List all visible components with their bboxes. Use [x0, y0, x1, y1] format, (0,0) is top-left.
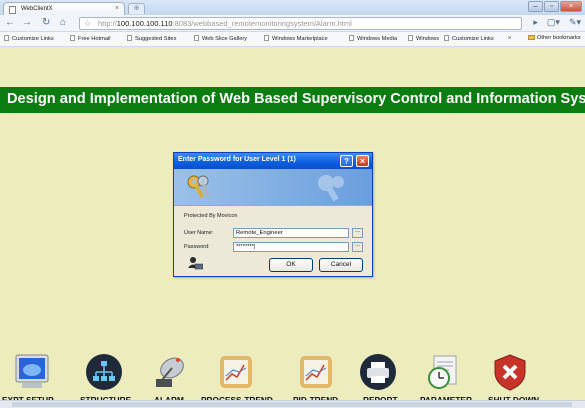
clock-document-icon: [428, 355, 457, 389]
divider: [174, 205, 372, 206]
back-arrow-icon[interactable]: ←: [5, 17, 15, 28]
page-title: Design and Implementation of Web Based S…: [7, 91, 585, 107]
username-field[interactable]: Remote_Engineer: [233, 228, 349, 238]
page-icon: [127, 35, 132, 41]
bookmark-item[interactable]: Windows: [408, 35, 439, 42]
username-browse-button[interactable]: ...: [352, 228, 363, 238]
bookmark-item[interactable]: Customize Links: [4, 35, 54, 42]
password-dialog: Enter Password for User Level 1 (1) ? × …: [173, 152, 373, 277]
browser-menu-tools: ▸ ▢▾ ✎▾: [533, 17, 581, 28]
play-icon[interactable]: ▸: [533, 17, 538, 28]
shield-shutdown-icon: [494, 354, 526, 391]
bookmark-item[interactable]: Windows Media: [349, 35, 397, 42]
browser-tab[interactable]: WebClientX ×: [3, 2, 125, 15]
new-tab-button[interactable]: ⊕: [128, 3, 145, 14]
tab-close-icon[interactable]: ×: [115, 5, 119, 12]
bookmark-item[interactable]: Windows Marketplace: [264, 35, 328, 42]
url-path: :8083/webbased_remotemonitoringsystem/Al…: [172, 19, 352, 28]
alarm-button[interactable]: ALARM: [140, 347, 200, 408]
horizontal-scrollbar[interactable]: [0, 400, 585, 408]
trend-chart-icon: [220, 356, 252, 388]
cancel-button[interactable]: Cancel: [319, 258, 363, 272]
page-icon: [9, 6, 16, 14]
bookmark-item[interactable]: Web Slice Gallery: [194, 35, 247, 42]
page-content: Design and Implementation of Web Based S…: [0, 47, 585, 408]
bookmarks-overflow-icon[interactable]: »: [508, 35, 511, 41]
report-button[interactable]: REPORT: [356, 347, 416, 408]
bookmark-star-icon[interactable]: ☆: [84, 18, 91, 29]
monitor-icon: [15, 354, 49, 388]
header-banner: Design and Implementation of Web Based S…: [0, 87, 585, 113]
window-close-button[interactable]: ×: [560, 1, 582, 12]
page-icon: [4, 35, 9, 41]
dialog-close-button[interactable]: ×: [356, 155, 369, 167]
protected-by-text: Protected By Movicon: [184, 213, 238, 219]
keys-icon: [187, 175, 210, 199]
help-button[interactable]: ?: [340, 155, 353, 167]
password-field[interactable]: ********|: [233, 242, 349, 252]
keys-watermark-icon: [318, 175, 344, 201]
page-icon: [408, 35, 413, 41]
expt-setup-button[interactable]: EXPT-SETUP: [0, 347, 70, 408]
shut-down-button[interactable]: SHUT DOWN: [482, 347, 552, 408]
bookmark-item[interactable]: Free Hotmail: [70, 35, 111, 42]
user-keyboard-icon: [188, 257, 203, 270]
alarm-satellite-icon: [156, 357, 184, 387]
scada-toolbar: EXPT-SETUP STRUCTURE ALARM: [0, 347, 585, 408]
minimize-button[interactable]: –: [528, 1, 543, 12]
browser-toolbar: ← → ↻ ⌂ ☆ http://100.100.100.110:8083/we…: [0, 15, 585, 32]
process-trend-button[interactable]: PROCESS-TREND: [200, 347, 290, 408]
parameter-button[interactable]: PARAMETER: [416, 347, 482, 408]
other-bookmarks[interactable]: Other bookmarks: [528, 35, 581, 41]
page-icon: [444, 35, 449, 41]
url-prefix: http://: [98, 19, 117, 28]
tab-title: WebClientX: [21, 6, 53, 12]
username-label: User Name:: [184, 230, 214, 236]
dialog-titlebar[interactable]: Enter Password for User Level 1 (1) ? ×: [174, 153, 372, 169]
page-menu-icon[interactable]: ▢▾: [547, 17, 560, 28]
dialog-banner: [174, 169, 372, 205]
url-host: 100.100.100.110: [116, 19, 173, 28]
address-bar[interactable]: ☆ http://100.100.100.110:8083/webbased_r…: [79, 17, 522, 30]
home-icon[interactable]: ⌂: [60, 17, 66, 28]
page-icon: [70, 35, 75, 41]
forward-arrow-icon[interactable]: →: [22, 17, 32, 28]
dialog-title: Enter Password for User Level 1 (1): [178, 156, 296, 163]
ok-button[interactable]: OK: [269, 258, 313, 272]
password-label: Password:: [184, 244, 210, 250]
password-browse-button[interactable]: ...: [352, 242, 363, 252]
maximize-button[interactable]: ▫: [544, 1, 559, 12]
bookmark-item[interactable]: Suggested Sites: [127, 35, 176, 42]
page-icon: [349, 35, 354, 41]
printer-icon: [360, 354, 396, 390]
trend-chart-icon: [300, 356, 332, 388]
browser-titlebar: WebClientX × ⊕ – ▫ ×: [0, 0, 585, 15]
pid-trend-button[interactable]: PID-TREND: [290, 347, 356, 408]
page-icon: [264, 35, 269, 41]
window-controls: – ▫ ×: [528, 1, 582, 12]
reload-icon[interactable]: ↻: [42, 17, 50, 28]
wrench-icon[interactable]: ✎▾: [569, 17, 581, 28]
network-structure-icon: [86, 354, 122, 390]
page-icon: [194, 35, 199, 41]
structure-button[interactable]: STRUCTURE: [70, 347, 140, 408]
bookmark-item[interactable]: Customize Links: [444, 35, 494, 42]
scrollbar-thumb[interactable]: [12, 402, 572, 407]
folder-icon: [528, 35, 535, 40]
bookmarks-bar: Customize Links Free Hotmail Suggested S…: [0, 32, 585, 47]
